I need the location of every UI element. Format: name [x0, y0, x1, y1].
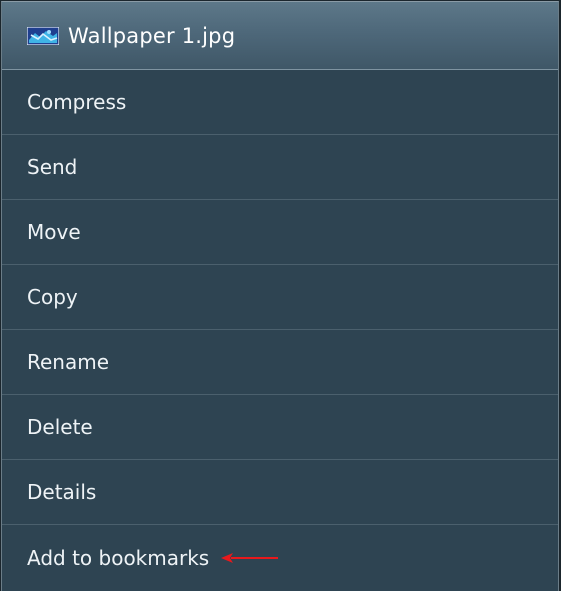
menu-item-label: Move	[27, 220, 81, 244]
dialog-title: Wallpaper 1.jpg	[68, 23, 236, 48]
menu-item-label: Compress	[27, 90, 127, 114]
menu-item-label: Add to bookmarks	[27, 545, 210, 570]
red-arrow-icon	[221, 552, 279, 563]
dialog-header: Wallpaper 1.jpg	[2, 2, 558, 70]
image-thumbnail-icon	[27, 26, 59, 45]
menu-item-label: Details	[27, 480, 97, 504]
menu-item-label: Copy	[27, 285, 78, 309]
menu-item-copy[interactable]: Copy	[2, 265, 558, 330]
menu-item-label: Rename	[27, 350, 110, 374]
menu-item-delete[interactable]: Delete	[2, 395, 558, 460]
menu-item-move[interactable]: Move	[2, 200, 558, 265]
menu-item-details[interactable]: Details	[2, 460, 558, 525]
menu-item-label: Delete	[27, 415, 93, 439]
menu-item-rename[interactable]: Rename	[2, 330, 558, 395]
menu-item-label: Send	[27, 155, 78, 179]
menu-item-send[interactable]: Send	[2, 135, 558, 200]
file-options-dialog: Wallpaper 1.jpg Compress Send Move Copy …	[1, 1, 559, 591]
menu-item-compress[interactable]: Compress	[2, 70, 558, 135]
context-menu-list: Compress Send Move Copy Rename Delete De…	[2, 70, 558, 590]
menu-item-add-to-bookmarks[interactable]: Add to bookmarks	[2, 525, 558, 590]
